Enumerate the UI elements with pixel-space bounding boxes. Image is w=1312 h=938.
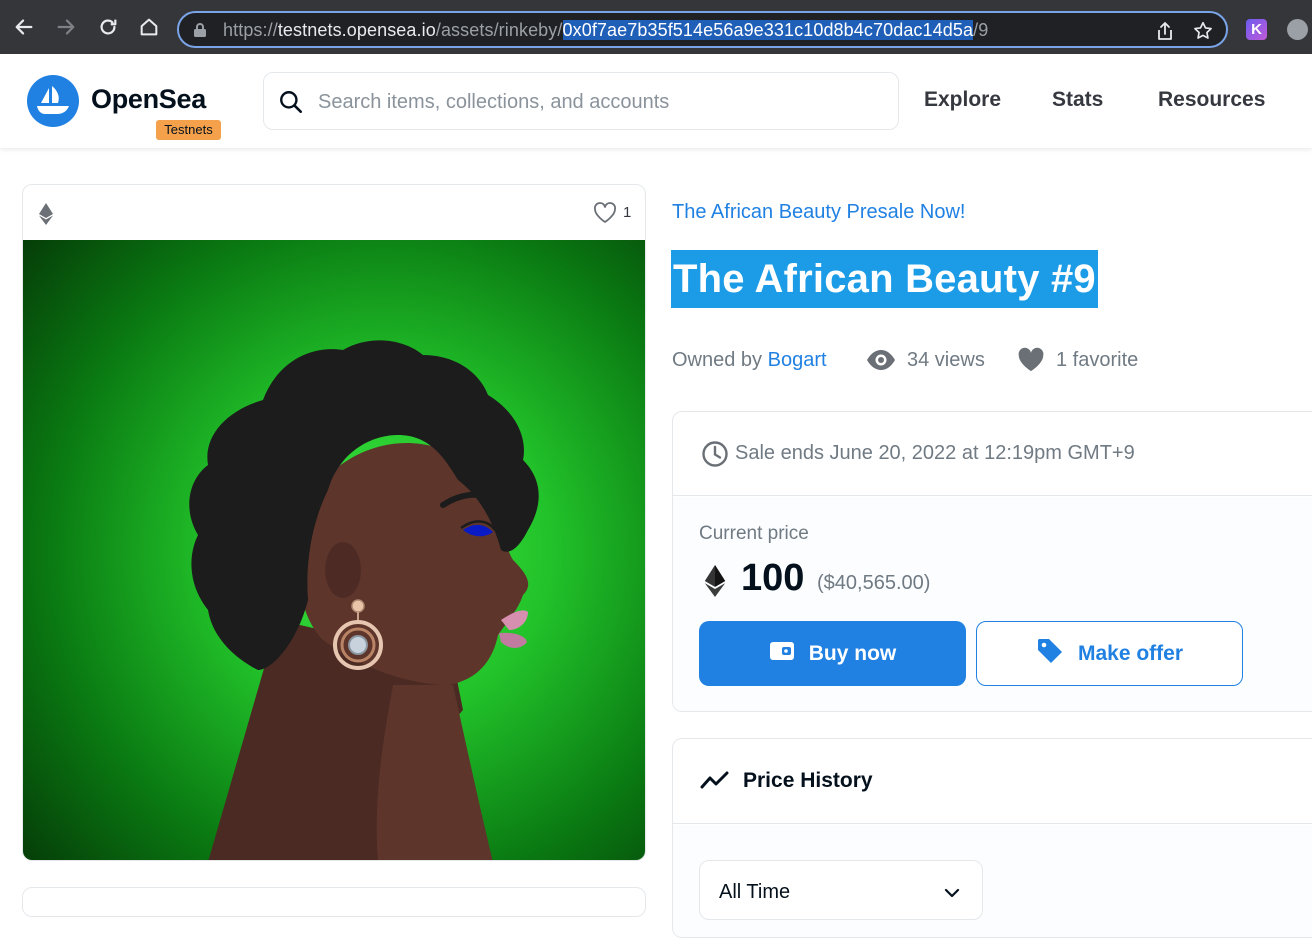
owned-by-label: Owned by [672, 349, 763, 371]
logo-text[interactable]: OpenSea [91, 84, 206, 115]
tag-icon [1036, 637, 1064, 671]
owned-by-text: Owned by Bogart [672, 349, 827, 372]
price-section: Current price 100 ($40,565.00) Buy now M… [673, 497, 1312, 711]
nft-artwork-image[interactable] [23, 240, 645, 860]
price-usd: ($40,565.00) [817, 572, 931, 594]
home-icon[interactable] [136, 14, 162, 40]
media-topbar: 1 [23, 185, 645, 240]
nav-resources[interactable]: Resources [1158, 88, 1265, 112]
site-header: OpenSea Testnets Explore Stats Resources [0, 54, 1312, 148]
buy-now-label: Buy now [808, 641, 897, 665]
views-count: 34 views [907, 349, 985, 371]
nav-explore[interactable]: Explore [924, 88, 1001, 112]
collection-link[interactable]: The African Beauty Presale Now! [672, 201, 965, 224]
ethereum-icon [39, 203, 53, 230]
wallet-icon [769, 640, 795, 668]
favorites-heart-icon [1017, 347, 1045, 379]
search-input[interactable] [318, 87, 878, 117]
url-text[interactable]: https://testnets.opensea.io/assets/rinke… [223, 20, 988, 41]
owner-link[interactable]: Bogart [768, 349, 827, 371]
description-card [22, 887, 646, 917]
url-path: /assets/rinkeby/ [435, 20, 563, 40]
price-history-panel: Price History All Time [672, 738, 1312, 938]
make-offer-label: Make offer [1077, 641, 1184, 665]
time-range-select[interactable]: All Time [699, 860, 983, 920]
forward-icon[interactable] [53, 14, 79, 40]
sale-countdown: Sale ends June 20, 2022 at 12:19pm GMT+9 [673, 412, 1312, 496]
current-price-label: Current price [699, 523, 809, 544]
trending-chart-icon [700, 769, 730, 796]
back-icon[interactable] [11, 14, 37, 40]
price-history-body: All Time [673, 825, 1312, 937]
eye-icon [866, 349, 896, 377]
asset-media-card: 1 [22, 184, 646, 861]
extension-profile-icon[interactable] [1287, 19, 1308, 40]
url-host: testnets.opensea.io [277, 20, 436, 40]
favorite-count: 1 [623, 204, 632, 221]
url-selected-contract: 0x0f7ae7b35f514e56a9e331c10d8b4c70dac14d… [562, 20, 974, 40]
search-icon [278, 89, 304, 120]
favorites-count: 1 favorite [1056, 349, 1139, 371]
bookmark-star-icon[interactable] [1192, 20, 1214, 47]
reload-icon[interactable] [95, 14, 121, 40]
price-amount: 100 [741, 557, 805, 599]
lock-icon[interactable] [193, 22, 207, 43]
browser-toolbar: https://testnets.opensea.io/assets/rinke… [0, 0, 1312, 54]
share-icon[interactable] [1156, 21, 1174, 46]
opensea-logo-icon[interactable] [27, 75, 79, 127]
address-bar[interactable]: https://testnets.opensea.io/assets/rinke… [177, 11, 1228, 48]
nav-stats[interactable]: Stats [1052, 88, 1103, 112]
favorite-heart-icon[interactable] [593, 202, 617, 229]
search-bar [263, 72, 899, 130]
testnets-badge: Testnets [156, 120, 221, 140]
url-scheme: https:// [223, 20, 278, 40]
url-token: /9 [973, 20, 989, 40]
buy-now-button[interactable]: Buy now [699, 621, 966, 686]
asset-title: The African Beauty #9 [671, 250, 1098, 308]
price-history-header[interactable]: Price History [673, 739, 1312, 824]
ethereum-price-icon [704, 565, 726, 602]
extension-k-icon[interactable]: K [1246, 19, 1267, 40]
time-range-value: All Time [719, 881, 791, 903]
make-offer-button[interactable]: Make offer [976, 621, 1243, 686]
sale-ends-text: Sale ends June 20, 2022 at 12:19pm GMT+9 [735, 442, 1135, 464]
chevron-down-icon [944, 885, 960, 903]
clock-icon [701, 440, 729, 473]
price-history-title: Price History [743, 769, 873, 792]
trade-panel: Sale ends June 20, 2022 at 12:19pm GMT+9… [672, 411, 1312, 712]
